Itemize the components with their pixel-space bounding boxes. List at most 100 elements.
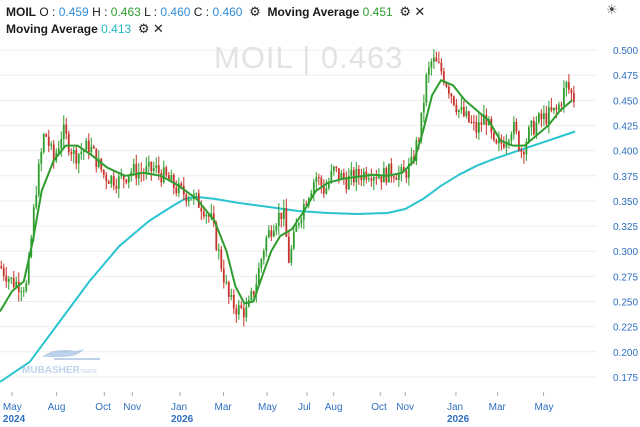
candle-body (65, 124, 68, 134)
high-value: 0.463 (110, 5, 141, 19)
y-tick-label: 0.175 (613, 373, 638, 384)
candle-body (435, 57, 438, 62)
candle-body (570, 89, 573, 93)
candle-body (67, 133, 70, 153)
candle-body (180, 183, 183, 186)
ma1-close-icon[interactable]: ✕ (414, 4, 425, 19)
candle-body (162, 167, 165, 183)
x-year-label: 2024 (3, 414, 26, 425)
candle-body (355, 168, 358, 183)
candle-body (527, 127, 530, 143)
candle-body (235, 308, 238, 315)
candle-body (160, 172, 163, 183)
candle-body (450, 93, 453, 97)
candle-body (20, 291, 23, 293)
candle-body (132, 163, 135, 172)
candle-body (460, 106, 463, 111)
candle-body (217, 249, 220, 251)
candle-body (70, 152, 73, 154)
low-value: 0.460 (160, 5, 191, 19)
candle-body (295, 225, 298, 232)
candle-body (147, 161, 150, 167)
candle-body (395, 177, 398, 180)
candle-body (2, 268, 5, 276)
candle-body (287, 236, 290, 263)
candle-body (547, 107, 550, 124)
candle-body (87, 140, 90, 153)
close-label: C : (193, 5, 210, 19)
candle-body (277, 212, 280, 227)
candle-body (77, 153, 80, 164)
candle-body (430, 61, 433, 68)
ma2-settings-gear-icon[interactable]: ⚙ (138, 21, 150, 36)
candle-body (457, 110, 460, 112)
x-tick-label: Aug (48, 402, 66, 413)
candle-body (462, 106, 465, 116)
candle-body (297, 223, 300, 226)
candle-body (455, 104, 458, 112)
candle-body (300, 219, 303, 224)
candle-body (10, 277, 13, 279)
candle-body (422, 102, 425, 113)
candle-body (337, 168, 340, 179)
candle-body (157, 165, 160, 173)
candle-body (427, 67, 430, 75)
y-tick-label: 0.325 (613, 222, 638, 233)
candle-body (5, 275, 8, 282)
ma1-settings-gear-icon[interactable]: ⚙ (399, 4, 411, 19)
candle-body (480, 122, 483, 125)
candle-body (440, 62, 443, 72)
grid (0, 49, 596, 378)
ohlc-header: MOIL O : 0.459 H : 0.463 L : 0.460 C : 0… (6, 4, 425, 20)
candle-body (190, 199, 193, 201)
candle-body (467, 111, 470, 122)
y-tick-label: 0.200 (613, 348, 638, 359)
candle-body (380, 176, 383, 183)
candle-body (320, 177, 323, 186)
candle-body (115, 186, 118, 189)
x-tick-label: Oct (95, 402, 111, 413)
candle-body (335, 166, 338, 169)
candle-body (150, 161, 153, 172)
candle-body (60, 139, 63, 149)
candle-body (105, 174, 108, 182)
candle-body (117, 176, 120, 189)
candle-body (185, 194, 188, 202)
gear-icon[interactable]: ⚙ (249, 4, 261, 19)
candle-body (405, 171, 408, 178)
candle-body (350, 169, 353, 176)
candle-body (45, 134, 48, 137)
ma1-value: 0.451 (362, 5, 393, 19)
candle-body (0, 266, 3, 269)
ma2-close-icon[interactable]: ✕ (153, 21, 164, 36)
ma1-label: Moving Average (267, 5, 360, 19)
candle-body (557, 104, 560, 110)
candle-body (477, 122, 480, 133)
candle-body (250, 291, 253, 300)
candle-body (195, 193, 198, 195)
candle-body (387, 163, 390, 183)
candle-body (125, 179, 128, 183)
sun-icon[interactable]: ☀ (606, 2, 618, 18)
x-tick-label: Jan (447, 402, 463, 413)
candle-body (232, 294, 235, 309)
open-label: O : (39, 5, 56, 19)
candle-body (572, 92, 575, 102)
y-axis: 0.500 0.475 0.450 0.425 0.400 0.375 0.350 0.325… (613, 46, 638, 384)
candle-body (107, 181, 110, 184)
candle-body (47, 136, 50, 146)
low-label: L : (144, 5, 158, 19)
candle-body (332, 166, 335, 172)
candle-body (555, 107, 558, 110)
candle-body (560, 104, 563, 106)
candle-body (475, 121, 478, 133)
candle-body (42, 134, 45, 152)
candle-body (520, 150, 523, 153)
candle-body (85, 140, 88, 150)
candle-body (242, 308, 245, 318)
candle-body (155, 165, 158, 169)
candle-body (452, 96, 455, 105)
symbol-label: MOIL (6, 5, 36, 19)
candle-body (37, 163, 40, 196)
close-value: 0.460 (212, 5, 243, 19)
